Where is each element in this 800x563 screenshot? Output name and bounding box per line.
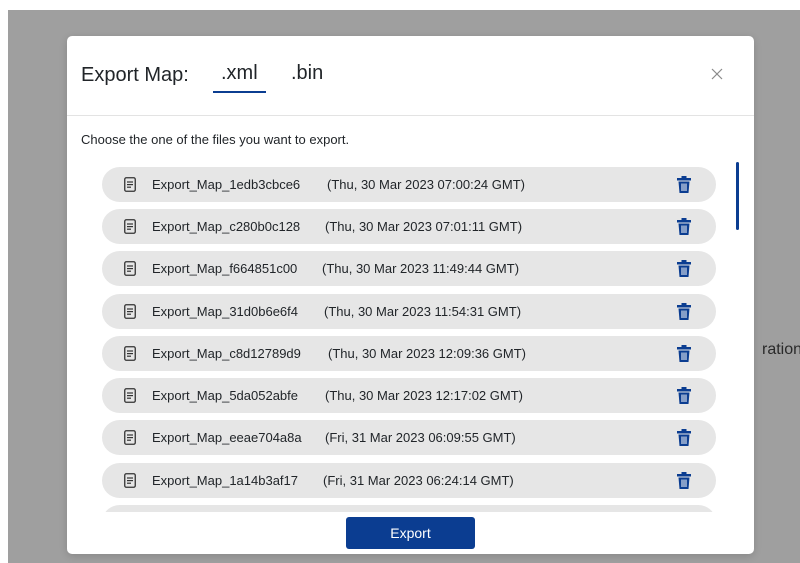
file-text-icon: [124, 473, 136, 488]
file-text-icon: [124, 346, 136, 361]
file-name: Export_Map_5da052abfe: [152, 388, 299, 403]
export-map-dialog: Export Map: .xml .bin Choose the one of …: [67, 36, 754, 554]
file-row[interactable]: Export_Map_f664851c00 (Thu, 30 Mar 2023 …: [102, 251, 716, 286]
file-row-partial[interactable]: [102, 505, 716, 512]
file-date: (Thu, 30 Mar 2023 07:01:11 GMT): [325, 219, 523, 234]
file-name: Export_Map_f664851c00: [152, 261, 298, 276]
file-row[interactable]: Export_Map_5da052abfe (Thu, 30 Mar 2023 …: [102, 378, 716, 413]
dialog-header: Export Map: .xml .bin: [67, 36, 754, 116]
file-text-icon: [124, 304, 136, 319]
file-name: Export_Map_31d0b6e6f4: [152, 304, 299, 319]
file-row[interactable]: Export_Map_c8d12789d9 (Thu, 30 Mar 2023 …: [102, 336, 716, 371]
trash-icon[interactable]: [677, 472, 691, 489]
tab-xml[interactable]: .xml: [213, 62, 266, 93]
file-name: Export_Map_eeae704a8a: [152, 430, 302, 445]
instruction-text: Choose the one of the files you want to …: [81, 132, 350, 147]
file-text-icon: [124, 261, 136, 276]
file-row[interactable]: Export_Map_c280b0c128 (Thu, 30 Mar 2023 …: [102, 209, 716, 244]
file-text-icon: [124, 219, 136, 234]
file-date: (Thu, 30 Mar 2023 12:17:02 GMT): [325, 388, 523, 403]
file-text-icon: [124, 177, 136, 192]
background-text: ration: [762, 341, 800, 358]
close-icon[interactable]: [707, 64, 727, 84]
trash-icon[interactable]: [677, 387, 691, 404]
trash-icon[interactable]: [677, 176, 691, 193]
scrollbar-thumb[interactable]: [736, 162, 739, 230]
file-row[interactable]: Export_Map_1a14b3af17 (Fri, 31 Mar 2023 …: [102, 463, 716, 498]
file-name: Export_Map_1edb3cbce6: [152, 177, 301, 192]
export-button[interactable]: Export: [346, 517, 475, 549]
dialog-title: Export Map:: [81, 64, 189, 86]
tab-bin[interactable]: .bin: [283, 62, 331, 91]
file-date: (Fri, 31 Mar 2023 06:09:55 GMT): [325, 430, 516, 445]
file-row[interactable]: Export_Map_1edb3cbce6 (Thu, 30 Mar 2023 …: [102, 167, 716, 202]
file-date: (Thu, 30 Mar 2023 07:00:24 GMT): [327, 177, 525, 192]
file-text-icon: [124, 388, 136, 403]
trash-icon[interactable]: [677, 429, 691, 446]
file-row[interactable]: Export_Map_31d0b6e6f4 (Thu, 30 Mar 2023 …: [102, 294, 716, 329]
trash-icon[interactable]: [677, 218, 691, 235]
trash-icon[interactable]: [677, 303, 691, 320]
file-list[interactable]: Export_Map_1edb3cbce6 (Thu, 30 Mar 2023 …: [102, 167, 716, 512]
file-date: (Fri, 31 Mar 2023 06:24:14 GMT): [323, 473, 514, 488]
file-row[interactable]: Export_Map_eeae704a8a (Fri, 31 Mar 2023 …: [102, 420, 716, 455]
file-date: (Thu, 30 Mar 2023 11:49:44 GMT): [322, 261, 520, 276]
file-name: Export_Map_c8d12789d9: [152, 346, 301, 361]
trash-icon[interactable]: [677, 260, 691, 277]
file-text-icon: [124, 430, 136, 445]
file-date: (Thu, 30 Mar 2023 12:09:36 GMT): [328, 346, 526, 361]
file-date: (Thu, 30 Mar 2023 11:54:31 GMT): [324, 304, 522, 319]
file-name: Export_Map_1a14b3af17: [152, 473, 299, 488]
trash-icon[interactable]: [677, 345, 691, 362]
file-name: Export_Map_c280b0c128: [152, 219, 301, 234]
